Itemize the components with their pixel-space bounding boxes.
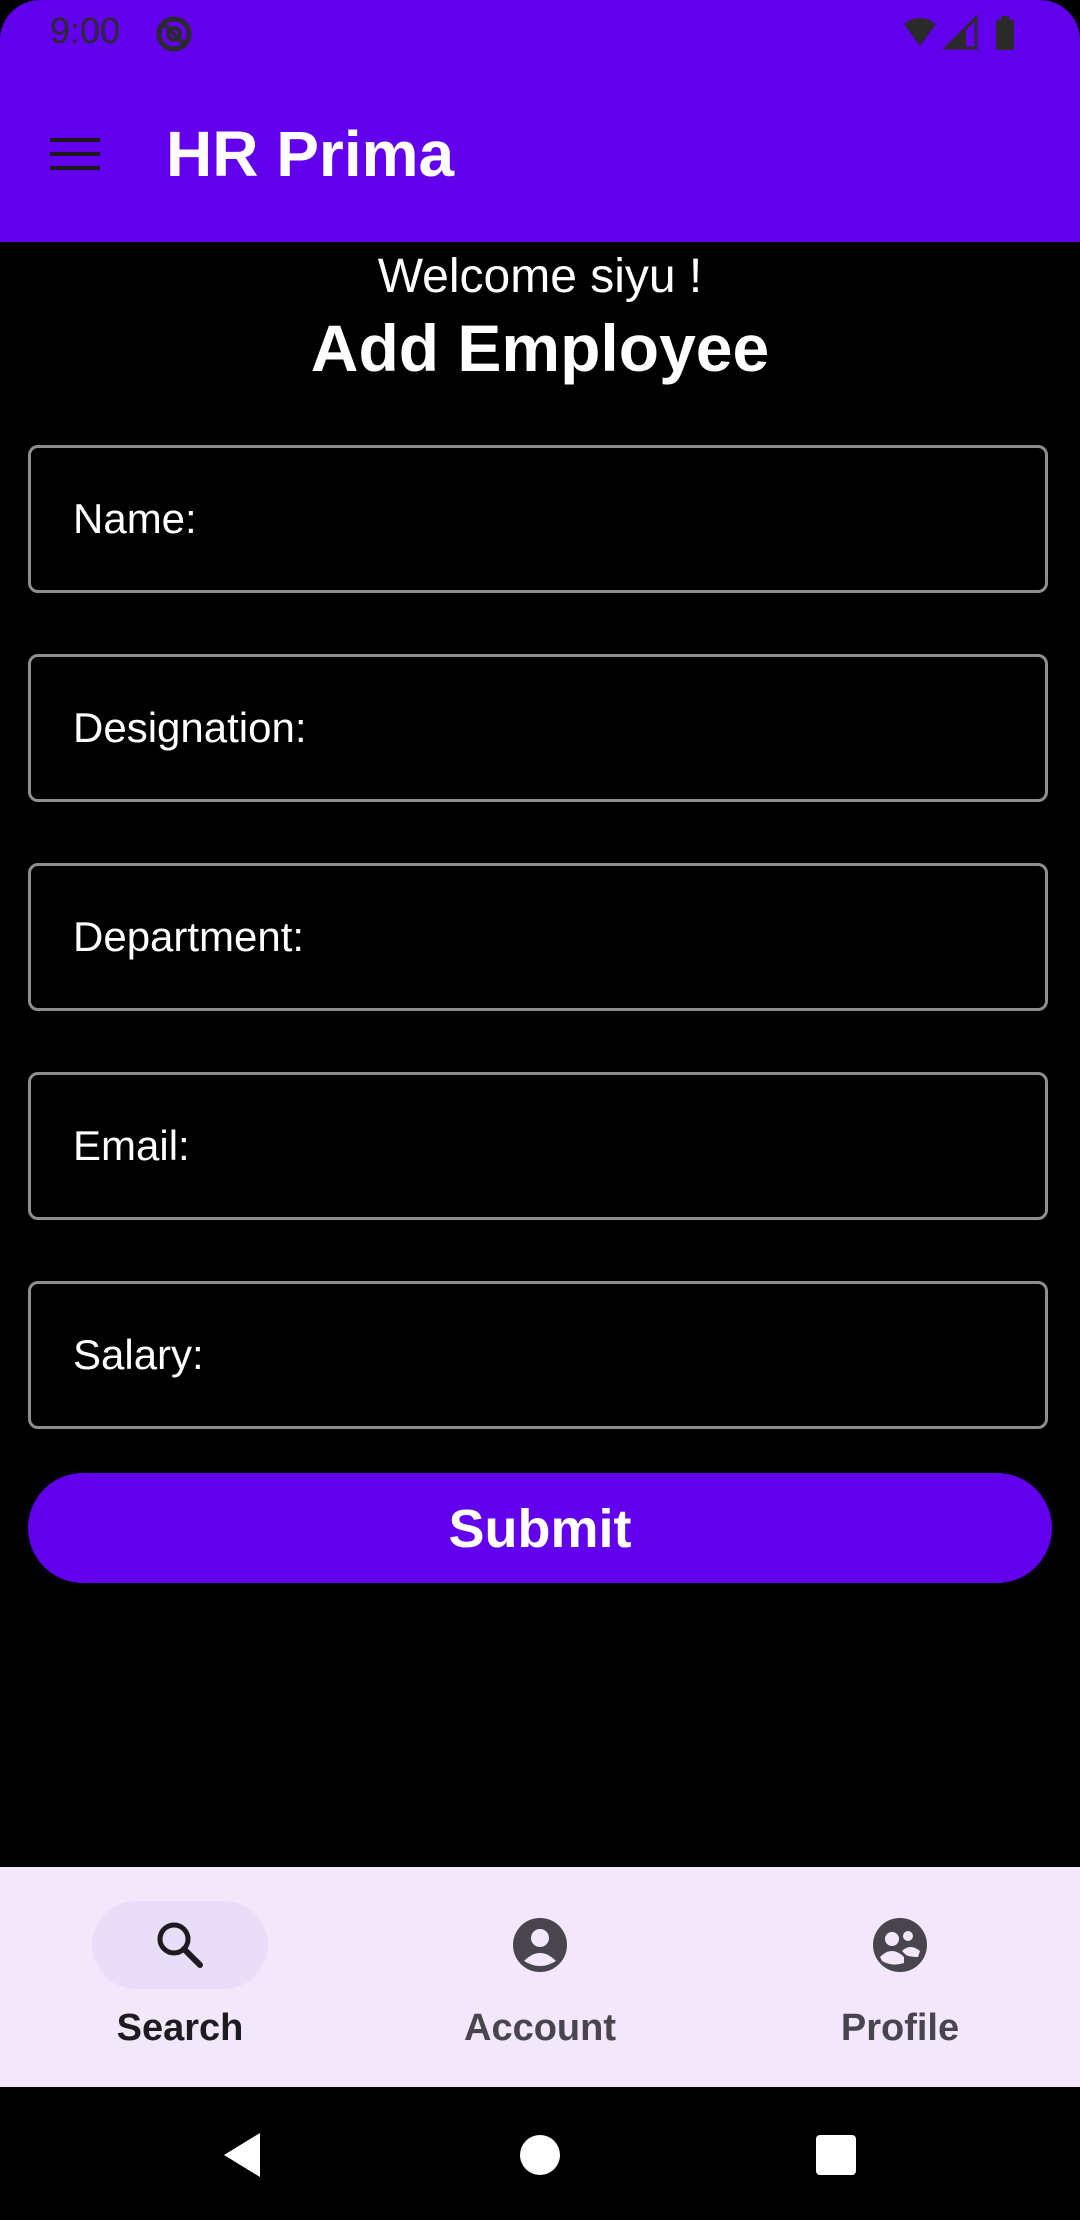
- system-navigation-bar: [0, 2087, 1080, 2220]
- recents-icon[interactable]: [808, 2127, 864, 2183]
- cell-signal-icon: [942, 14, 978, 50]
- account-circle-icon: [513, 1918, 567, 1972]
- status-time: 9:00: [50, 10, 121, 51]
- designation-input[interactable]: [31, 657, 1045, 799]
- salary-field[interactable]: Salary:: [28, 1281, 1048, 1429]
- search-icon: [157, 1922, 203, 1968]
- back-icon[interactable]: [216, 2127, 272, 2183]
- nav-label-profile: Profile: [840, 2007, 960, 2049]
- nav-label-search: Search: [116, 2007, 244, 2049]
- email-field[interactable]: Email:: [28, 1072, 1048, 1220]
- wifi-icon: [904, 18, 936, 46]
- bottom-navigation: Search Account Profile: [0, 1867, 1080, 2087]
- submit-button[interactable]: Submit: [28, 1473, 1052, 1583]
- nav-item-account[interactable]: Account: [360, 1867, 720, 2087]
- page-title: Add Employee: [310, 311, 770, 385]
- designation-field[interactable]: Designation:: [28, 654, 1048, 802]
- nav-item-search[interactable]: Search: [0, 1867, 360, 2087]
- nav-label-account: Account: [464, 2007, 616, 2049]
- department-input[interactable]: [31, 866, 1045, 1008]
- app-screen: 9:00 HR Prima Welcome siyu ! Add Employe…: [0, 0, 1080, 2220]
- status-indicators: [904, 14, 1014, 50]
- app-bar: HR Prima: [0, 66, 1080, 242]
- sync-status-icon: [156, 16, 192, 52]
- name-input[interactable]: [31, 448, 1045, 590]
- home-icon[interactable]: [512, 2127, 568, 2183]
- battery-icon: [996, 16, 1014, 50]
- name-field[interactable]: Name:: [28, 445, 1048, 593]
- status-bar: 9:00: [0, 0, 1080, 66]
- salary-input[interactable]: [31, 1284, 1045, 1426]
- welcome-message: Welcome siyu !: [377, 250, 703, 303]
- nav-item-profile[interactable]: Profile: [720, 1867, 1080, 2087]
- email-input[interactable]: [31, 1075, 1045, 1217]
- department-field[interactable]: Department:: [28, 863, 1048, 1011]
- app-title: HR Prima: [166, 118, 455, 190]
- people-icon: [873, 1918, 927, 1972]
- hamburger-menu-icon[interactable]: [48, 130, 104, 178]
